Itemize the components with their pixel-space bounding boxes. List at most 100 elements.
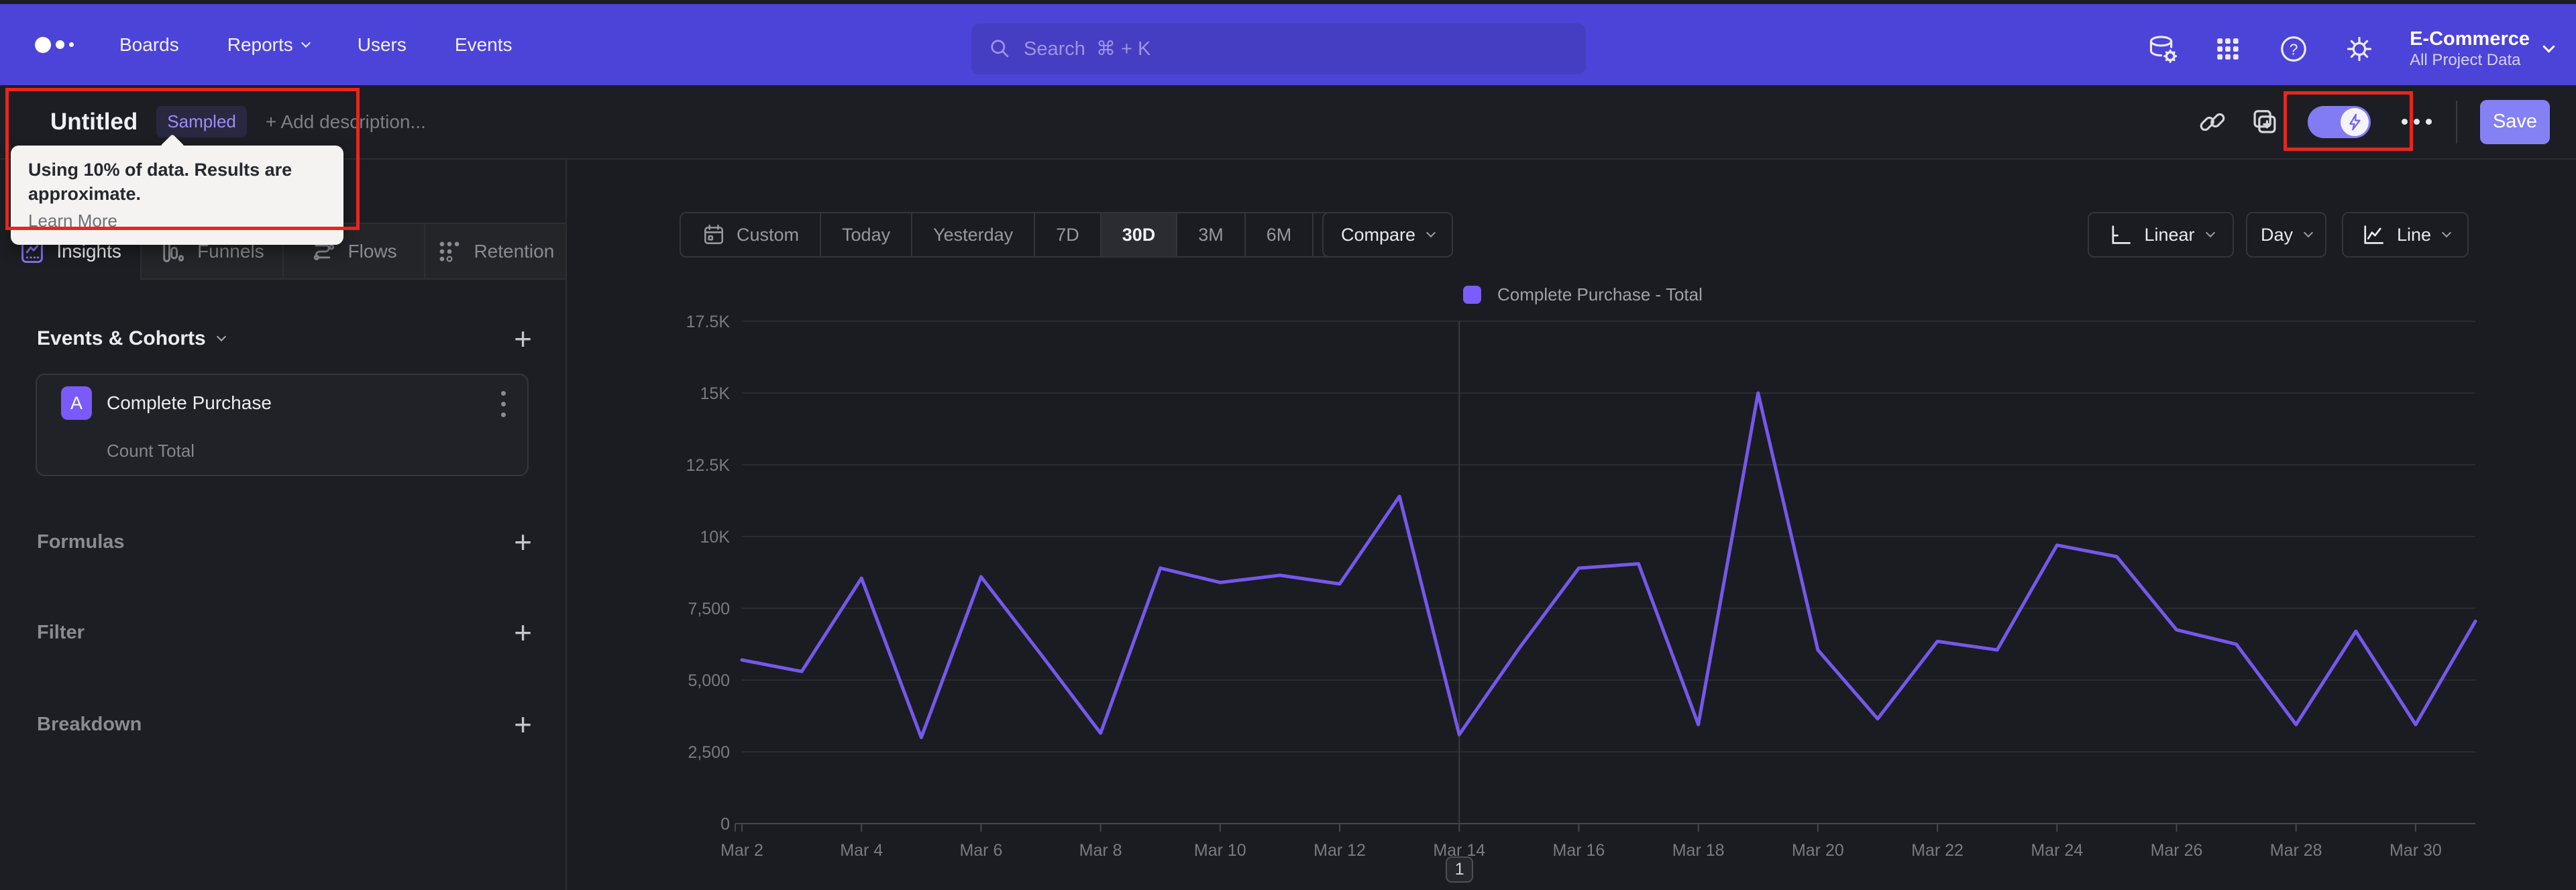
events-cohorts-title[interactable]: Events & Cohorts bbox=[37, 327, 226, 350]
breakdown-section: Breakdown + bbox=[37, 709, 532, 740]
project-name: E-Commerce bbox=[2410, 27, 2530, 50]
range-30d[interactable]: 30D bbox=[1099, 213, 1177, 256]
scale-dropdown[interactable]: Linear bbox=[2088, 212, 2234, 258]
svg-text:Mar 28: Mar 28 bbox=[2270, 841, 2322, 860]
breakdown-label: Breakdown bbox=[37, 713, 142, 735]
app-window: Boards Reports Users Events Search ⌘ + K… bbox=[0, 0, 2576, 890]
svg-text:Mar 2: Mar 2 bbox=[720, 841, 763, 860]
chevron-down-icon bbox=[2205, 227, 2215, 238]
global-search[interactable] bbox=[971, 23, 1586, 74]
event-name: Complete Purchase bbox=[107, 392, 272, 413]
event-card[interactable]: A Complete Purchase Count Total bbox=[36, 374, 529, 476]
add-breakdown-button[interactable]: + bbox=[514, 709, 532, 740]
copy-link-icon[interactable] bbox=[2195, 105, 2230, 140]
event-options-icon[interactable] bbox=[501, 391, 506, 417]
calendar-icon bbox=[704, 224, 723, 244]
chart-annotation-marker[interactable]: 1 bbox=[1446, 856, 1474, 883]
linear-axis-icon bbox=[2112, 225, 2131, 244]
range-6m[interactable]: 6M bbox=[1244, 213, 1313, 256]
range-7d[interactable]: 7D bbox=[1034, 213, 1100, 256]
add-filter-button[interactable]: + bbox=[514, 617, 532, 648]
svg-text:7,500: 7,500 bbox=[688, 600, 730, 618]
nav-item-boards[interactable]: Boards bbox=[119, 34, 179, 56]
date-range-control: CustomTodayYesterday7D30D3M6M12M bbox=[680, 212, 1392, 258]
duplicate-icon[interactable] bbox=[2247, 105, 2282, 140]
chevron-down-icon bbox=[2441, 227, 2452, 238]
project-scope: All Project Data bbox=[2410, 50, 2521, 69]
formulas-label: Formulas bbox=[37, 531, 125, 553]
svg-text:17.5K: 17.5K bbox=[686, 313, 731, 331]
add-formula-button[interactable]: + bbox=[514, 526, 532, 557]
sampling-toggle[interactable] bbox=[2308, 105, 2371, 138]
mixpanel-logo-icon[interactable] bbox=[35, 36, 74, 53]
events-cohorts-header: Events & Cohorts + bbox=[37, 323, 532, 354]
svg-text:Mar 12: Mar 12 bbox=[1313, 841, 1366, 860]
svg-text:?: ? bbox=[2290, 40, 2298, 58]
chevron-down-icon bbox=[1426, 227, 1436, 238]
svg-text:Mar 10: Mar 10 bbox=[1194, 841, 1246, 860]
formulas-section: Formulas + bbox=[37, 526, 532, 557]
apps-grid-icon[interactable] bbox=[2212, 34, 2243, 64]
report-title[interactable]: Untitled bbox=[50, 109, 138, 135]
add-description[interactable]: + Add description... bbox=[266, 111, 426, 133]
interval-dropdown[interactable]: Day bbox=[2246, 212, 2326, 258]
search-input[interactable] bbox=[1024, 38, 1568, 60]
svg-text:Mar 20: Mar 20 bbox=[1792, 841, 1844, 860]
svg-text:Mar 8: Mar 8 bbox=[1079, 841, 1122, 860]
svg-text:Mar 4: Mar 4 bbox=[840, 841, 883, 860]
svg-text:Mar 24: Mar 24 bbox=[2031, 841, 2083, 860]
nav-item-events[interactable]: Events bbox=[455, 34, 513, 56]
compare-button[interactable]: Compare bbox=[1322, 212, 1453, 258]
svg-text:0: 0 bbox=[720, 815, 730, 834]
svg-text:15K: 15K bbox=[700, 384, 731, 403]
svg-text:12.5K: 12.5K bbox=[686, 456, 731, 475]
chart-plot[interactable]: 0 2,500 5,000 7,500 10K 12.5K 15K 17.5K Mar 2 Mar… bbox=[671, 295, 2509, 890]
tab-retention[interactable]: Retention bbox=[425, 223, 567, 280]
svg-text:Mar 6: Mar 6 bbox=[959, 841, 1002, 860]
report-header-bar: Untitled Sampled + Add description... Sa… bbox=[0, 85, 2576, 160]
data-management-icon[interactable] bbox=[2147, 34, 2178, 64]
nav-item-users[interactable]: Users bbox=[358, 34, 407, 56]
filter-label: Filter bbox=[37, 621, 85, 643]
chevron-down-icon bbox=[301, 38, 311, 48]
line-chart-icon bbox=[2364, 225, 2383, 244]
svg-text:Mar 18: Mar 18 bbox=[1672, 841, 1725, 860]
svg-text:Mar 30: Mar 30 bbox=[2390, 841, 2442, 860]
chevron-down-icon bbox=[2542, 40, 2555, 53]
range-custom[interactable]: Custom bbox=[681, 213, 820, 256]
add-event-button[interactable]: + bbox=[514, 323, 532, 354]
divider bbox=[2456, 100, 2457, 144]
range-3m[interactable]: 3M bbox=[1176, 213, 1244, 256]
svg-text:2,500: 2,500 bbox=[688, 743, 730, 762]
search-icon bbox=[991, 40, 1009, 58]
range-today[interactable]: Today bbox=[820, 213, 911, 256]
svg-text:Mar 16: Mar 16 bbox=[1553, 841, 1605, 860]
nav-item-reports[interactable]: Reports bbox=[227, 34, 311, 56]
sampling-tooltip: Using 10% of data. Results are approxima… bbox=[11, 146, 343, 245]
save-button[interactable]: Save bbox=[2480, 99, 2550, 144]
retention-icon bbox=[439, 241, 460, 262]
range-yesterday[interactable]: Yesterday bbox=[911, 213, 1034, 256]
svg-text:Mar 26: Mar 26 bbox=[2151, 841, 2203, 860]
svg-text:5,000: 5,000 bbox=[688, 671, 730, 690]
lightning-bolt-icon bbox=[2349, 113, 2361, 130]
top-nav-bar: Boards Reports Users Events Search ⌘ + K… bbox=[0, 4, 2576, 85]
chart-type-dropdown[interactable]: Line bbox=[2342, 212, 2469, 258]
help-icon[interactable]: ? bbox=[2278, 34, 2309, 64]
tooltip-text: Using 10% of data. Results are approxima… bbox=[28, 160, 292, 205]
event-aggregation[interactable]: Count Total bbox=[107, 441, 195, 461]
nav-items: Boards Reports Users Events bbox=[119, 34, 513, 56]
svg-text:10K: 10K bbox=[700, 528, 731, 547]
settings-gear-icon[interactable] bbox=[2344, 34, 2375, 64]
event-letter-badge: A bbox=[61, 386, 92, 420]
svg-text:Mar 22: Mar 22 bbox=[1911, 841, 1964, 860]
chevron-down-icon bbox=[216, 331, 226, 342]
nav-right-cluster: ? E-Commerce All Project Data bbox=[2147, 8, 2555, 89]
project-selector[interactable]: E-Commerce All Project Data bbox=[2410, 27, 2555, 70]
chevron-down-icon bbox=[2303, 227, 2314, 238]
learn-more-link[interactable]: Learn More bbox=[28, 211, 117, 231]
sampled-badge[interactable]: Sampled bbox=[156, 106, 247, 137]
query-builder-panel: Insights Funnels Flows Retention Events & C… bbox=[0, 160, 567, 890]
more-menu-icon[interactable] bbox=[2402, 119, 2432, 125]
filter-section: Filter + bbox=[37, 617, 532, 648]
